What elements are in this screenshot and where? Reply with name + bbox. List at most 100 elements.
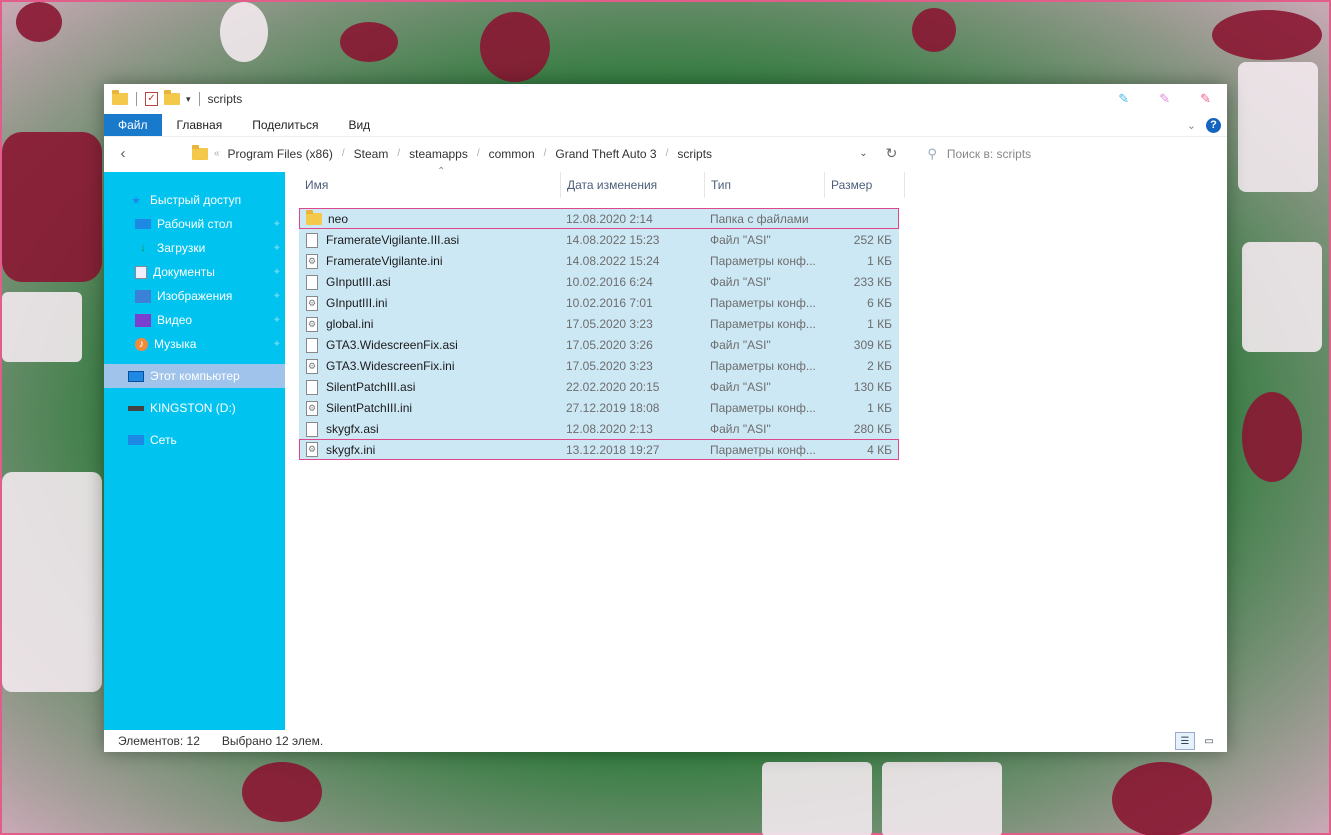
column-header-name[interactable]: Имя [299, 172, 561, 198]
file-size-cell: 1 КБ [867, 401, 892, 415]
table-row[interactable]: neo 12.08.2020 2:14 Папка с файлами [299, 208, 899, 229]
address-bar: ‹ ↑ « Program Files (x86) / Steam / stea… [104, 136, 1227, 170]
file-name: FramerateVigilante.ini [326, 254, 443, 268]
config-file-icon [306, 358, 318, 374]
file-name: SilentPatchIII.asi [326, 380, 416, 394]
table-row[interactable]: FramerateVigilante.ini 14.08.2022 15:24 Па… [299, 250, 899, 271]
expand-ribbon-chevron-icon[interactable]: ⌄ [1187, 119, 1196, 132]
file-date-cell: 12.08.2020 2:13 [566, 422, 653, 436]
file-date-cell: 17.05.2020 3:26 [566, 338, 653, 352]
search-input[interactable]: ⚲ Поиск в: scripts [927, 146, 1227, 162]
table-row[interactable]: global.ini 17.05.2020 3:23 Параметры конф.… [299, 313, 899, 334]
sidebar-item-quick-access[interactable]: ★ Быстрый доступ [104, 188, 285, 212]
column-header-date[interactable]: Дата изменения [561, 172, 705, 198]
table-row[interactable]: SilentPatchIII.ini 27.12.2019 18:08 Параме… [299, 397, 899, 418]
sidebar-item-pictures[interactable]: Изображения ✦ [104, 284, 285, 308]
file-name: FramerateVigilante.III.asi [326, 233, 460, 247]
file-type-cell: Файл "ASI" [710, 422, 771, 436]
table-row[interactable]: skygfx.asi 12.08.2020 2:13 Файл "ASI" 280 К… [299, 418, 899, 439]
sidebar-item-music[interactable]: ♪ Музыка ✦ [104, 332, 285, 356]
back-arrow-icon[interactable]: ‹ [110, 145, 136, 162]
help-icon[interactable]: ? [1206, 117, 1221, 133]
file-type-cell: Папка с файлами [710, 211, 809, 226]
config-file-icon [306, 400, 318, 416]
video-icon [135, 313, 151, 327]
breadcrumb-item[interactable]: steamapps [407, 147, 470, 161]
sidebar-item-network[interactable]: Сеть [104, 428, 285, 452]
breadcrumb-item[interactable]: scripts [675, 147, 714, 161]
sidebar-item-kingston-drive[interactable]: KINGSTON (D:) [104, 396, 285, 420]
file-type-cell: Файл "ASI" [710, 338, 771, 352]
file-name: GInputIII.asi [326, 275, 391, 289]
table-row[interactable]: GTA3.WidescreenFix.ini 17.05.2020 3:23 Пар… [299, 355, 899, 376]
new-folder-icon[interactable] [164, 90, 180, 105]
pin-icon[interactable]: ✦ [273, 267, 281, 278]
refresh-icon[interactable]: ↻ [886, 145, 898, 162]
file-name-cell: SilentPatchIII.asi [300, 379, 562, 395]
pin-icon[interactable]: ✦ [273, 291, 281, 302]
details-view-icon[interactable]: ☰ [1175, 732, 1195, 750]
file-type-cell: Параметры конф... [710, 442, 816, 457]
documents-icon [135, 265, 147, 279]
properties-icon[interactable]: ✓ [145, 92, 158, 106]
table-row[interactable]: GInputIII.asi 10.02.2016 6:24 Файл "ASI" 23… [299, 271, 899, 292]
file-name-cell: skygfx.ini [300, 442, 562, 457]
file-name: neo [328, 211, 349, 226]
tab-file[interactable]: Файл [104, 114, 162, 136]
star-icon: ★ [131, 194, 141, 207]
breadcrumb-item[interactable]: common [487, 147, 537, 161]
tab-home[interactable]: Главная [162, 114, 238, 136]
sidebar-item-label: Документы [153, 265, 215, 279]
file-name-cell: SilentPatchIII.ini [300, 400, 562, 416]
tab-share[interactable]: Поделиться [237, 114, 333, 136]
close-button[interactable]: ✎ [1200, 91, 1211, 107]
file-date-cell: 10.02.2016 6:24 [566, 275, 653, 289]
file-date-cell: 14.08.2022 15:24 [566, 254, 660, 268]
folder-icon [112, 90, 128, 105]
table-row[interactable]: SilentPatchIII.asi 22.02.2020 20:15 Файл "… [299, 376, 899, 397]
breadcrumb-item[interactable]: Grand Theft Auto 3 [553, 147, 658, 161]
file-name: skygfx.ini [326, 442, 376, 457]
sidebar-item-this-pc[interactable]: Этот компьютер [104, 364, 285, 388]
drive-icon [128, 405, 144, 411]
customize-toolbar-chevron-icon[interactable]: ▾ [186, 94, 191, 105]
pin-icon[interactable]: ✦ [273, 339, 281, 350]
maximize-button[interactable]: ✎ [1159, 91, 1170, 107]
large-icons-view-icon[interactable]: ▭ [1199, 732, 1219, 750]
minimize-button[interactable]: ✎ [1118, 91, 1129, 107]
table-row[interactable]: skygfx.ini 13.12.2018 19:27 Параметры конф… [299, 439, 899, 460]
folder-icon [306, 209, 322, 225]
table-row[interactable]: FramerateVigilante.III.asi 14.08.2022 15:… [299, 229, 899, 250]
sidebar-item-downloads[interactable]: ↓ Загрузки ✦ [104, 236, 285, 260]
sidebar-item-documents[interactable]: Документы ✦ [104, 260, 285, 284]
breadcrumb-item[interactable]: Program Files (x86) [226, 147, 335, 161]
sidebar-item-label: Рабочий стол [157, 217, 233, 231]
file-name-cell: GInputIII.ini [300, 295, 562, 311]
column-header-type[interactable]: Тип [705, 172, 825, 198]
sidebar-item-video[interactable]: Видео ✦ [104, 308, 285, 332]
config-file-icon [306, 316, 318, 332]
file-size-cell: 280 КБ [853, 422, 892, 436]
title-bar: ✓ ▾ scripts ✎ ✎ ✎ [104, 84, 1227, 114]
address-dropdown-chevron-icon[interactable]: ⌄ [859, 148, 867, 159]
pin-icon[interactable]: ✦ [273, 243, 281, 254]
network-icon [128, 435, 144, 445]
pin-icon[interactable]: ✦ [273, 219, 281, 230]
tab-view[interactable]: Вид [333, 114, 385, 136]
sidebar-item-label: Видео [157, 313, 193, 327]
file-date-cell: 17.05.2020 3:23 [566, 359, 653, 373]
file-type-cell: Файл "ASI" [710, 275, 771, 289]
column-header-size[interactable]: Размер [825, 172, 905, 198]
sidebar-item-desktop[interactable]: Рабочий стол ✦ [104, 212, 285, 236]
pin-icon[interactable]: ✦ [273, 315, 281, 326]
item-count: Элементов: 12 [118, 734, 200, 748]
breadcrumb[interactable]: « Program Files (x86) / Steam / steamapp… [191, 142, 851, 166]
table-row[interactable]: GTA3.WidescreenFix.asi 17.05.2020 3:26 Фай… [299, 334, 899, 355]
file-type-cell: Параметры конф... [710, 296, 816, 310]
table-row[interactable]: GInputIII.ini 10.02.2016 7:01 Параметры ко… [299, 292, 899, 313]
file-name-cell: FramerateVigilante.III.asi [300, 232, 562, 248]
file-date-cell: 27.12.2019 18:08 [566, 401, 660, 415]
breadcrumb-item[interactable]: Steam [352, 147, 391, 161]
file-name: GTA3.WidescreenFix.asi [326, 338, 458, 352]
file-name-cell: GTA3.WidescreenFix.asi [300, 337, 562, 353]
